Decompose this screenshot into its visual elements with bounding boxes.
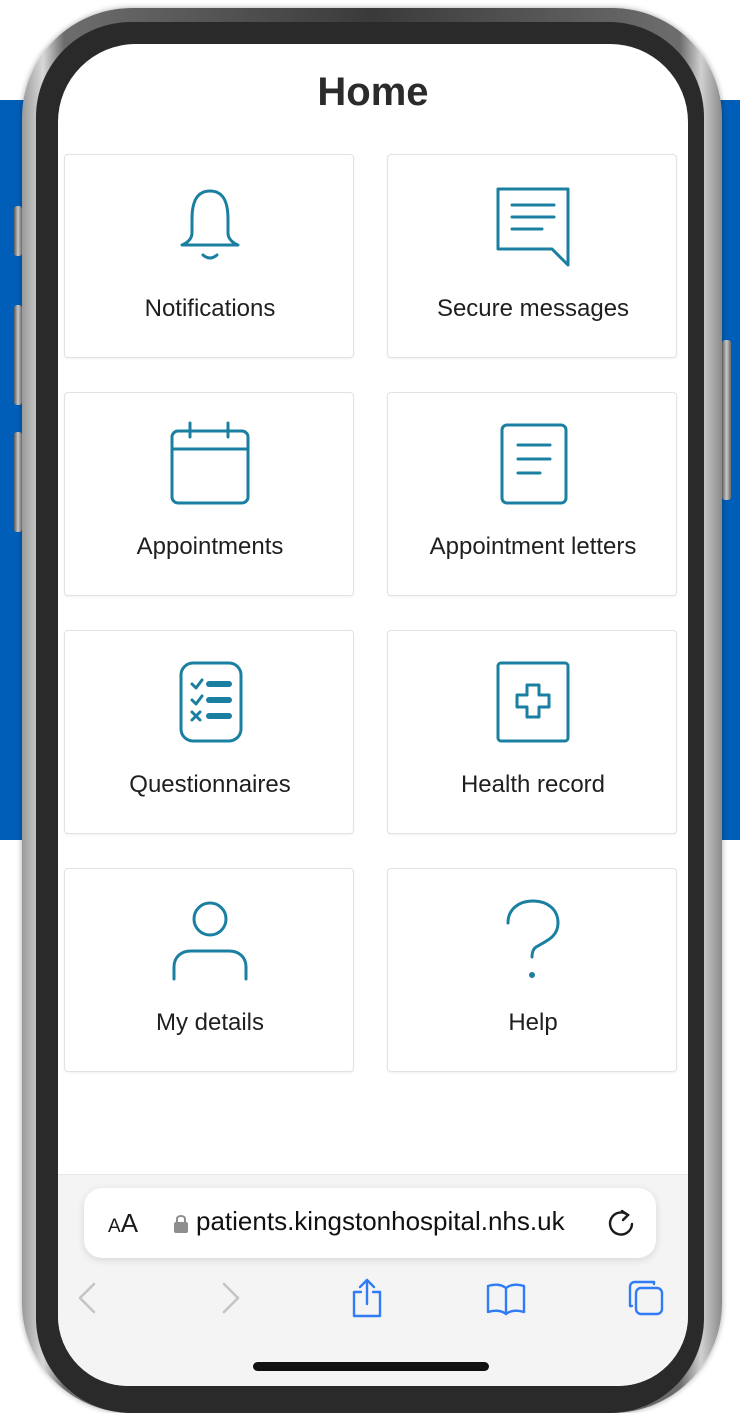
questionnaires-label: Questionnaires: [129, 771, 291, 798]
message-icon: [388, 181, 678, 271]
appointment-letters-tile[interactable]: Appointment letters: [387, 392, 677, 596]
help-tile[interactable]: Help: [387, 868, 677, 1072]
questionnaires-tile[interactable]: Questionnaires: [64, 630, 354, 834]
help-label: Help: [508, 1009, 558, 1036]
text-size-large-glyph: A: [120, 1208, 139, 1238]
health-record-tile[interactable]: Health record: [387, 630, 677, 834]
question-icon: [388, 895, 678, 985]
back-icon[interactable]: [68, 1276, 112, 1320]
text-size-button[interactable]: AA: [108, 1208, 138, 1239]
appointments-tile[interactable]: Appointments: [64, 392, 354, 596]
my-details-tile[interactable]: My details: [64, 868, 354, 1072]
secure-messages-label: Secure messages: [436, 295, 630, 322]
phone-volume-down-button: [14, 432, 22, 532]
notifications-label: Notifications: [144, 295, 276, 322]
phone-volume-up-button: [14, 305, 22, 405]
secure-messages-tile[interactable]: Secure messages: [387, 154, 677, 358]
person-icon: [65, 895, 355, 985]
share-icon[interactable]: [345, 1276, 389, 1320]
home-indicator: [253, 1362, 489, 1371]
calendar-icon: [65, 419, 355, 509]
page-title: Home: [317, 70, 429, 114]
lock-icon: [174, 1215, 188, 1233]
bookmarks-icon[interactable]: [484, 1276, 528, 1320]
reload-icon[interactable]: [604, 1206, 638, 1240]
bell-icon: [65, 181, 355, 271]
forward-icon[interactable]: [208, 1276, 252, 1320]
url-text[interactable]: patients.kingstonhospital.nhs.uk: [196, 1206, 565, 1237]
text-size-small-glyph: A: [108, 1216, 121, 1237]
health-record-label: Health record: [460, 771, 606, 798]
phone-mute-switch: [14, 206, 22, 256]
address-bar[interactable]: AA patients.kingstonhospital.nhs.uk: [84, 1188, 656, 1258]
appointment-letters-label: Appointment letters: [429, 533, 637, 560]
tabs-icon[interactable]: [624, 1276, 668, 1320]
document-icon: [388, 419, 678, 509]
phone-screen: Home Notifications Secure messages Appoi…: [58, 44, 688, 1386]
my-details-label: My details: [155, 1009, 265, 1036]
notifications-tile[interactable]: Notifications: [64, 154, 354, 358]
medical-cross-icon: [388, 657, 678, 747]
checklist-icon: [65, 657, 355, 747]
phone-power-button: [722, 340, 731, 500]
appointments-label: Appointments: [136, 533, 284, 560]
